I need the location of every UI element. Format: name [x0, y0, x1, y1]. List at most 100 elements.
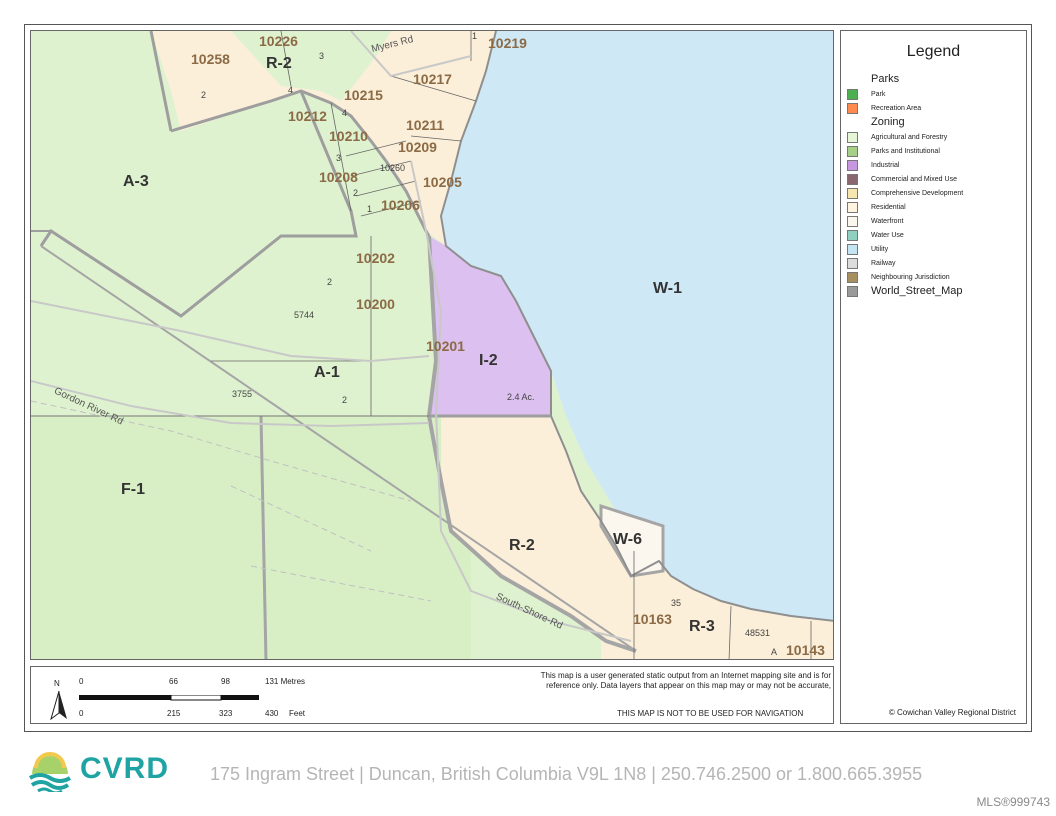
parcel-label: 3755 — [232, 389, 253, 399]
footer-address: 175 Ingram Street | Duncan, British Colu… — [210, 764, 923, 784]
zone-label[interactable]: F-1 — [121, 481, 145, 499]
lot-number-label[interactable]: 10163 — [633, 611, 672, 627]
parcel-label: 4 — [288, 85, 294, 95]
legend-item-label: Recreation Area — [871, 104, 922, 112]
parcel-label: 2 — [342, 395, 348, 405]
legend-swatch — [847, 229, 858, 241]
parcel-label: 2.4 Ac. — [507, 392, 535, 402]
legend-title: Legend — [906, 43, 961, 60]
parcel-label: 2 — [327, 277, 333, 287]
lot-number-label[interactable]: 10143 — [786, 642, 825, 658]
legend-zoning-item: Utility — [847, 243, 888, 255]
lot-number-label[interactable]: 10206 — [381, 197, 420, 213]
navigation-warning: THIS MAP IS NOT TO BE USED FOR NAVIGATIO… — [617, 709, 804, 718]
world-street-map-label: World_Street_Map — [871, 285, 963, 297]
parcel-label: A — [771, 647, 778, 657]
disclaimer-line-1: This map is a user generated static outp… — [540, 671, 831, 680]
parcel-label: 1 — [472, 31, 478, 41]
legend-item-label: Commercial and Mixed Use — [871, 175, 957, 183]
zone-label[interactable]: W-6 — [613, 531, 642, 549]
parcel-label: 4 — [342, 108, 348, 118]
legend-item-label: Water Use — [871, 231, 904, 239]
legend-item-label: Railway — [871, 259, 896, 267]
scale-feet-tick: Feet — [289, 709, 306, 718]
north-arrow-icon: N — [49, 679, 69, 721]
lot-number-label[interactable]: 10219 — [488, 35, 527, 51]
legend-swatch — [847, 102, 858, 114]
lot-number-label[interactable]: 10202 — [356, 250, 395, 266]
scale-metre-tick: 66 — [169, 677, 178, 686]
legend-swatch — [847, 187, 858, 199]
lot-number-label[interactable]: 10258 — [191, 51, 230, 67]
legend-world-street-map: World_Street_Map — [847, 285, 963, 297]
footer: CVRD 175 Ingram Street | Duncan, British… — [28, 744, 1028, 804]
scale-bar-graphic — [79, 695, 259, 701]
legend-swatch — [847, 201, 858, 213]
copyright-text: © Cowichan Valley Regional District — [888, 708, 1016, 717]
legend-swatch — [847, 215, 858, 227]
legend-zoning-item: Railway — [847, 257, 896, 269]
zone-label[interactable]: R-2 — [266, 55, 292, 73]
lot-number-label[interactable]: 10201 — [426, 338, 465, 354]
lot-number-label[interactable]: 10208 — [319, 169, 358, 185]
legend-swatch — [847, 159, 858, 171]
legend-swatch — [847, 88, 858, 100]
legend-zoning-item: Parks and Institutional — [847, 145, 940, 157]
scale-feet-tick: 0 — [79, 709, 84, 718]
lot-number-label[interactable]: 10209 — [398, 139, 437, 155]
legend-swatch — [847, 243, 858, 255]
zone-label[interactable]: I-2 — [479, 352, 498, 370]
lot-number-label[interactable]: 10200 — [356, 296, 395, 312]
legend-zoning-item: Waterfront — [847, 215, 903, 227]
legend-swatch — [847, 271, 858, 283]
zone-label[interactable]: R-3 — [689, 618, 715, 636]
world-street-map-swatch — [847, 285, 858, 297]
parcel-label: 2 — [353, 188, 359, 198]
scale-bar-panel: N 0 66 98 131 Metres 0 215 323 430 Feet This ma… — [30, 666, 834, 724]
disclaimer-line-2: reference only. Data layers that appear … — [546, 681, 831, 690]
lot-number-label[interactable]: 10205 — [423, 174, 462, 190]
parcel-label: 48531 — [745, 628, 771, 638]
legend-swatch — [847, 145, 858, 157]
legend-item-label: Waterfront — [871, 217, 904, 225]
legend-zoning-item: Commercial and Mixed Use — [847, 173, 957, 185]
legend-item-label: Neighbouring Jurisdiction — [871, 273, 950, 281]
legend-zoning-item: Agricultural and Forestry — [847, 131, 947, 143]
lot-number-label[interactable]: 10211 — [406, 117, 444, 133]
lot-number-label[interactable]: 10217 — [413, 71, 452, 87]
scale-feet-tick: 215 — [167, 709, 181, 718]
legend-park-item: Park — [847, 88, 885, 100]
legend-item-label: Comprehensive Development — [871, 189, 964, 197]
parcel-label: 35 — [671, 598, 682, 608]
zone-label[interactable]: A-3 — [123, 173, 149, 191]
lot-number-label[interactable]: 10212 — [288, 108, 327, 124]
cvrd-logo-icon — [28, 752, 72, 792]
lot-number-label[interactable]: 10210 — [329, 128, 368, 144]
lot-number-label[interactable]: 10226 — [259, 33, 298, 49]
parcel-label: 1 — [367, 204, 373, 214]
scale-metre-tick: 98 — [221, 677, 230, 686]
zone-label[interactable]: A-1 — [314, 364, 340, 382]
lot-number-label[interactable]: 10215 — [344, 87, 383, 103]
legend-zoning-item: Residential — [847, 201, 906, 213]
legend-item-label: Agricultural and Forestry — [871, 133, 948, 141]
scale-metre-tick: 131 Metres — [265, 677, 306, 686]
zoning-map[interactable]: A-3 R-2 A-1 F-1 I-2 W-1 R-2 W-6 R-3 10258 10226 10… — [30, 30, 834, 660]
parcel-label: 2 — [201, 90, 207, 100]
north-label: N — [54, 679, 60, 688]
scale-metre-tick: 0 — [79, 677, 84, 686]
legend-item-label: Parks and Institutional — [871, 147, 940, 155]
parcel-label: 5744 — [294, 310, 315, 320]
legend-parks-heading: Parks — [871, 73, 900, 85]
legend-swatch — [847, 131, 858, 143]
legend-item-label: Utility — [871, 245, 889, 253]
map-disclaimer: This map is a user generated static outp… — [541, 671, 831, 691]
zone-label[interactable]: R-2 — [509, 537, 535, 555]
legend-park-item: Recreation Area — [847, 102, 921, 114]
legend-item-label: Industrial — [871, 161, 900, 169]
legend-item-label: Park — [871, 90, 886, 98]
zone-label[interactable]: W-1 — [653, 280, 682, 298]
legend-swatch — [847, 173, 858, 185]
legend-panel: Legend Parks Park Recreation Area Zoning … — [840, 30, 1027, 724]
legend-zoning-item: Neighbouring Jurisdiction — [847, 271, 950, 283]
